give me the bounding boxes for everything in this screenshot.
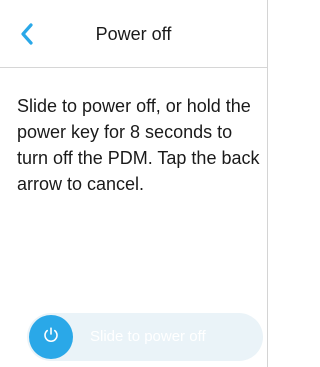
page-title: Power off <box>95 24 172 44</box>
header-bar: Power off <box>0 0 267 68</box>
power-off-screen: Power off Slide to power off, or hold th… <box>0 0 268 367</box>
power-icon <box>42 326 60 349</box>
instruction-text: Slide to power off, or hold the power ke… <box>17 96 260 194</box>
power-off-slider[interactable]: Slide to power off <box>27 313 263 361</box>
slider-label: Slide to power off <box>90 328 206 345</box>
slider-knob[interactable] <box>29 315 73 359</box>
